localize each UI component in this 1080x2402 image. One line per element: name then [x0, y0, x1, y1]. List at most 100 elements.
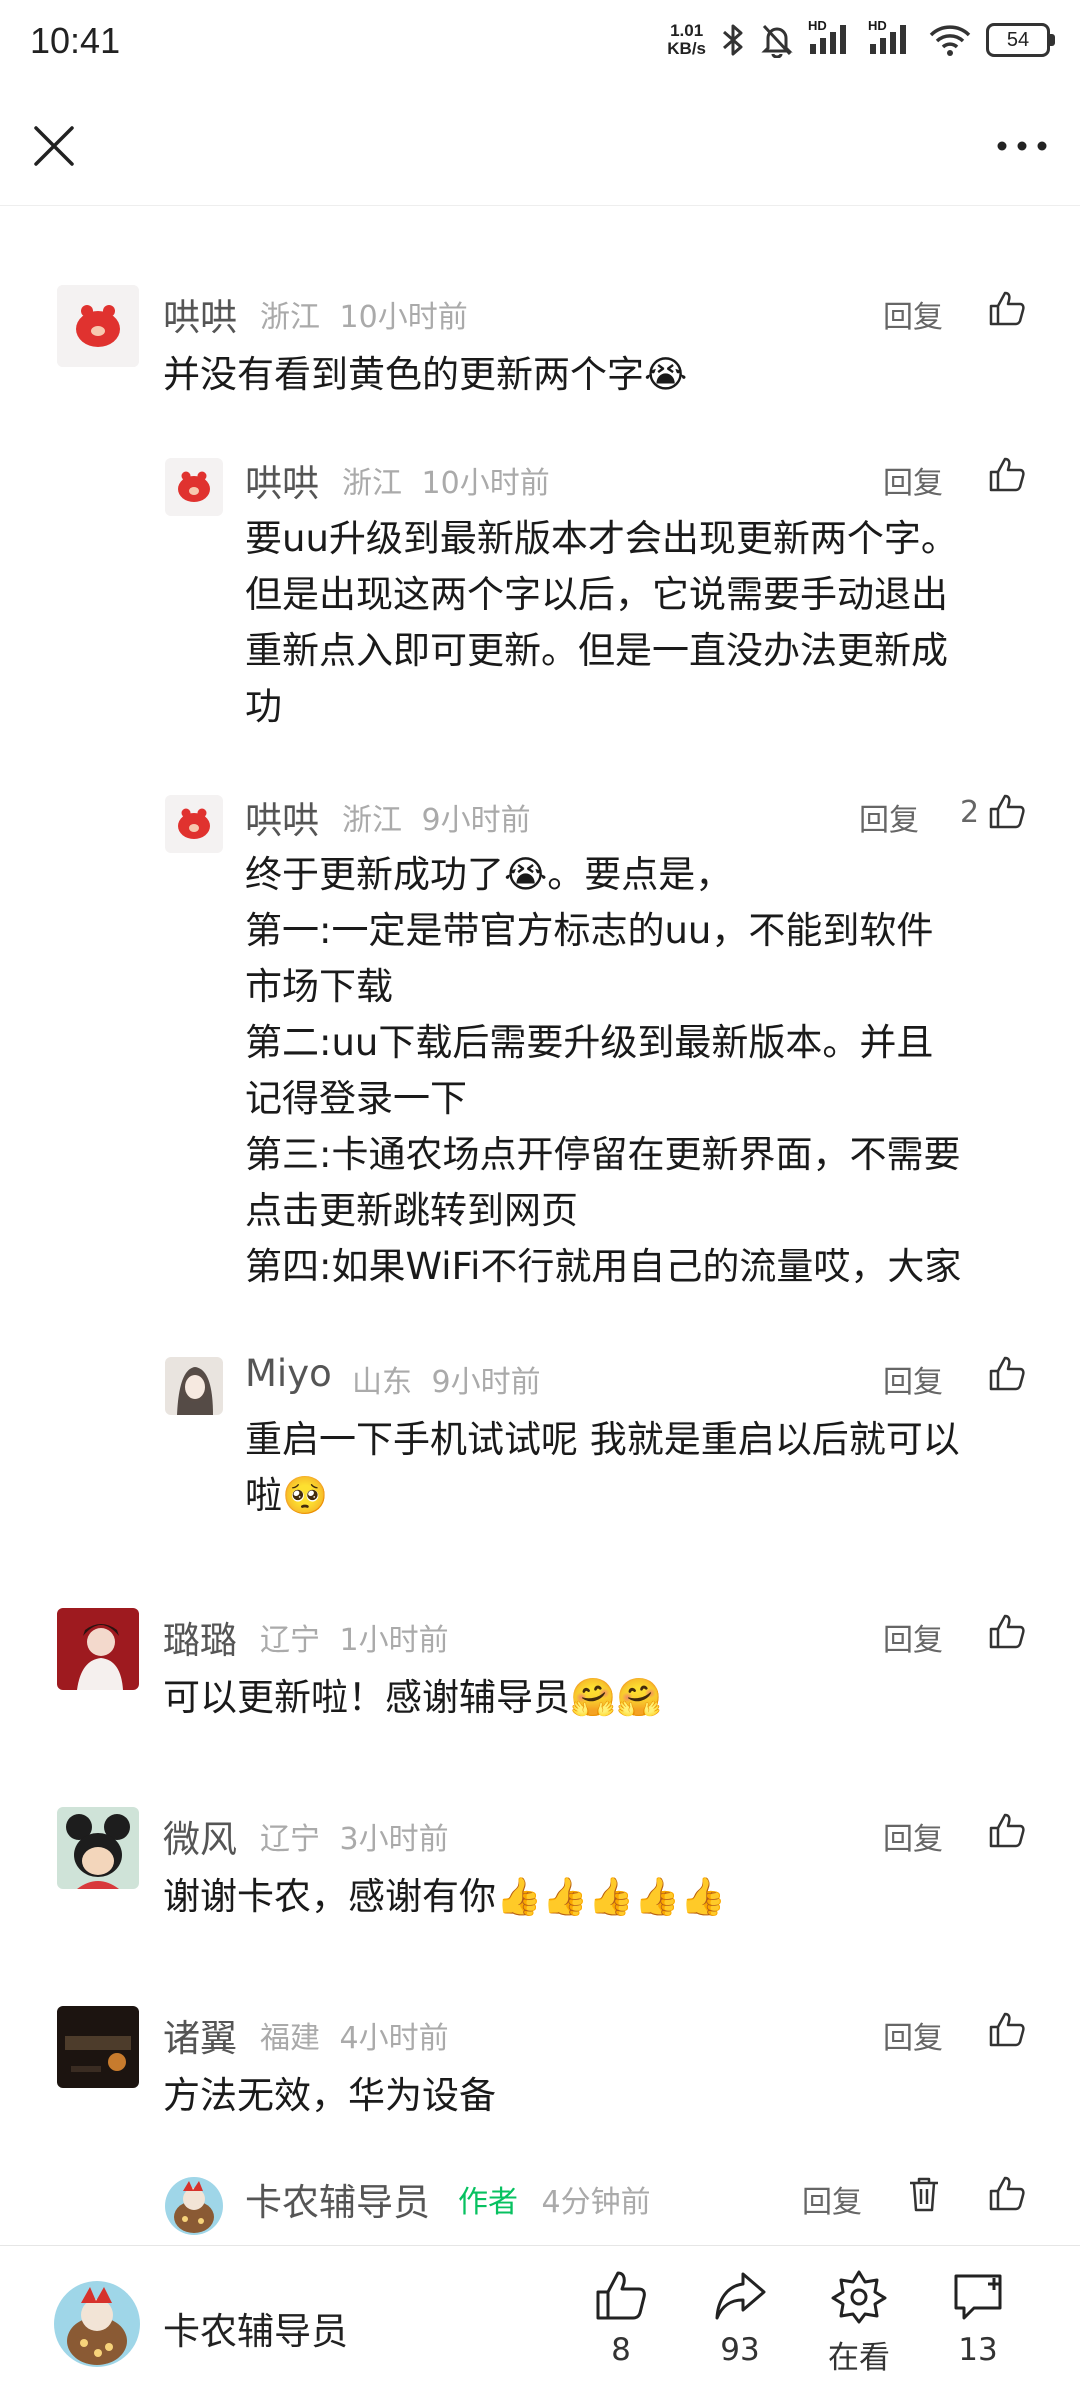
comment-meta: 山东 9小时前 — [352, 1357, 541, 1401]
comment-time: 4分钟前 — [541, 2185, 651, 2220]
author-name[interactable]: 卡农辅导员 — [163, 2301, 348, 2355]
reply-button[interactable]: 回复 — [883, 458, 943, 502]
like-icon[interactable] — [987, 1612, 1027, 1652]
comment-button[interactable]: 13 — [923, 2268, 1033, 2368]
comment-line: 功 — [245, 685, 282, 728]
comment-author[interactable]: 诸翼 — [163, 2008, 237, 2062]
comment-line: 重新点入即可更新。但是一直没办法更新成 — [245, 629, 948, 672]
reply-button[interactable]: 回复 — [883, 1357, 943, 1401]
comment-meta: 辽宁 1小时前 — [260, 1615, 449, 1659]
comment-location: 浙江 — [342, 466, 402, 501]
watching-button[interactable]: 在看 — [804, 2268, 914, 2377]
comment-meta: 浙江 10小时前 — [342, 458, 550, 502]
share-count: 93 — [720, 2332, 760, 2368]
comment-location: 辽宁 — [260, 1623, 320, 1658]
reply-button[interactable]: 回复 — [883, 2013, 943, 2057]
net-speed-unit: KB/s — [667, 39, 706, 58]
comment-line: 但是出现这两个字以后，它说需要手动退出 — [245, 573, 948, 616]
share-icon — [715, 2272, 766, 2320]
comment-author[interactable]: 微风 — [163, 1809, 237, 1863]
status-time: 10:41 — [30, 20, 121, 61]
share-button[interactable]: 93 — [685, 2268, 795, 2368]
like-icon[interactable] — [987, 1811, 1027, 1851]
comment-text: 方法无效，华为设备 — [163, 2074, 496, 2117]
comment-line: 点击更新跳转到网页 — [245, 1189, 578, 1232]
comment-meta: 福建 4小时前 — [260, 2013, 449, 2057]
comment-time: 10小时前 — [339, 300, 468, 335]
like-icon[interactable] — [987, 2174, 1027, 2214]
comment-line: 重启一下手机试试呢 我就是重启以后就可以 — [245, 1418, 960, 1461]
reply-button[interactable]: 回复 — [883, 1615, 943, 1659]
avatar[interactable] — [57, 1807, 139, 1889]
comment-line: 终于更新成功了😭。要点是， — [245, 853, 733, 896]
like-count: 8 — [611, 2332, 631, 2368]
avatar[interactable] — [165, 795, 223, 853]
comment-time: 10小时前 — [421, 466, 550, 501]
author-tag: 作者 — [458, 2185, 518, 2220]
reply-button[interactable]: 回复 — [859, 795, 919, 839]
comment-add-icon — [954, 2274, 1002, 2320]
bottom-bar: 卡农辅导员 8 93 在看 13 — [0, 2245, 1080, 2402]
comment-author[interactable]: 哄哄 — [245, 453, 319, 507]
like-count: 2 — [960, 795, 980, 830]
delete-icon[interactable] — [906, 2174, 942, 2214]
comment-author[interactable]: 哄哄 — [245, 790, 319, 844]
wifi-icon — [929, 25, 971, 56]
comment-line: 要uu升级到最新版本才会出现更新两个字。 — [245, 517, 958, 560]
comment-time: 3小时前 — [339, 1822, 449, 1857]
comment-line: 第一:一定是带官方标志的uu，不能到软件 — [245, 909, 934, 952]
status-bar: 10:41 1.01 KB/s HD HD 54 — [0, 0, 1080, 90]
comment-line: 市场下载 — [245, 965, 393, 1008]
reply-button[interactable]: 回复 — [802, 2177, 862, 2221]
like-icon[interactable] — [987, 289, 1027, 329]
comment-meta: 作者 4分钟前 — [458, 2177, 651, 2221]
reply-button[interactable]: 回复 — [883, 1814, 943, 1858]
like-icon[interactable] — [987, 2010, 1027, 2050]
comment-author[interactable]: 璐璐 — [163, 1610, 237, 1664]
reply-button[interactable]: 回复 — [883, 292, 943, 336]
comment-time: 4小时前 — [339, 2021, 449, 2056]
comment-count: 13 — [958, 2332, 998, 2368]
avatar[interactable] — [57, 285, 139, 367]
avatar[interactable] — [57, 1608, 139, 1690]
more-button[interactable] — [990, 118, 1054, 174]
bluetooth-icon — [723, 24, 743, 56]
more-icon — [997, 141, 1047, 151]
signal-icon: HD — [868, 18, 914, 58]
comment-time: 9小时前 — [431, 1365, 541, 1400]
comment-location: 辽宁 — [260, 1822, 320, 1857]
avatar[interactable] — [165, 1357, 223, 1415]
comment-location: 福建 — [260, 2021, 320, 2056]
comment-author[interactable]: Miyo — [245, 1352, 332, 1395]
star-flower-icon — [831, 2270, 887, 2324]
comment-location: 山东 — [352, 1365, 412, 1400]
comment-text: 可以更新啦！感谢辅导员🤗🤗 — [163, 1676, 663, 1719]
signal-icon: HD — [808, 18, 854, 58]
comment-line: 第三:卡通农场点开停留在更新界面，不需要 — [245, 1133, 961, 1176]
battery-icon: 54 — [986, 23, 1055, 57]
comment-author[interactable]: 哄哄 — [163, 287, 237, 341]
comment-item: 哄哄 浙江 10小时前 回复 并没有看到黄色的更新两个字😭 — [0, 205, 1080, 396]
avatar[interactable] — [165, 458, 223, 516]
author-avatar[interactable] — [54, 2281, 140, 2367]
comment-text: 并没有看到黄色的更新两个字😭 — [163, 353, 688, 396]
close-button[interactable] — [26, 118, 82, 174]
like-icon[interactable] — [987, 1354, 1027, 1394]
avatar[interactable] — [165, 2177, 223, 2235]
close-icon — [34, 126, 74, 166]
net-speed-value: 1.01 — [670, 21, 704, 40]
comment-author[interactable]: 卡农辅导员 — [245, 2172, 430, 2226]
comment-text: 要uu升级到最新版本才会出现更新两个字。 但是出现这两个字以后，它说需要手动退出… — [245, 511, 958, 735]
comment-meta: 浙江 10小时前 — [260, 292, 468, 336]
watching-label: 在看 — [828, 2340, 890, 2376]
net-speed: 1.01 KB/s — [667, 22, 706, 58]
status-icons: 1.01 KB/s HD HD 54 — [667, 18, 1055, 58]
comment-time: 1小时前 — [339, 1623, 449, 1658]
avatar[interactable] — [57, 2006, 139, 2088]
top-bar — [0, 90, 1080, 206]
like-icon[interactable] — [987, 455, 1027, 495]
comment-list[interactable]: 哄哄 浙江 10小时前 回复 并没有看到黄色的更新两个字😭 哄哄 浙江 10小时… — [0, 205, 1080, 2245]
like-icon[interactable] — [987, 792, 1027, 832]
like-button[interactable]: 8 — [566, 2268, 676, 2368]
comment-location: 浙江 — [260, 300, 320, 335]
